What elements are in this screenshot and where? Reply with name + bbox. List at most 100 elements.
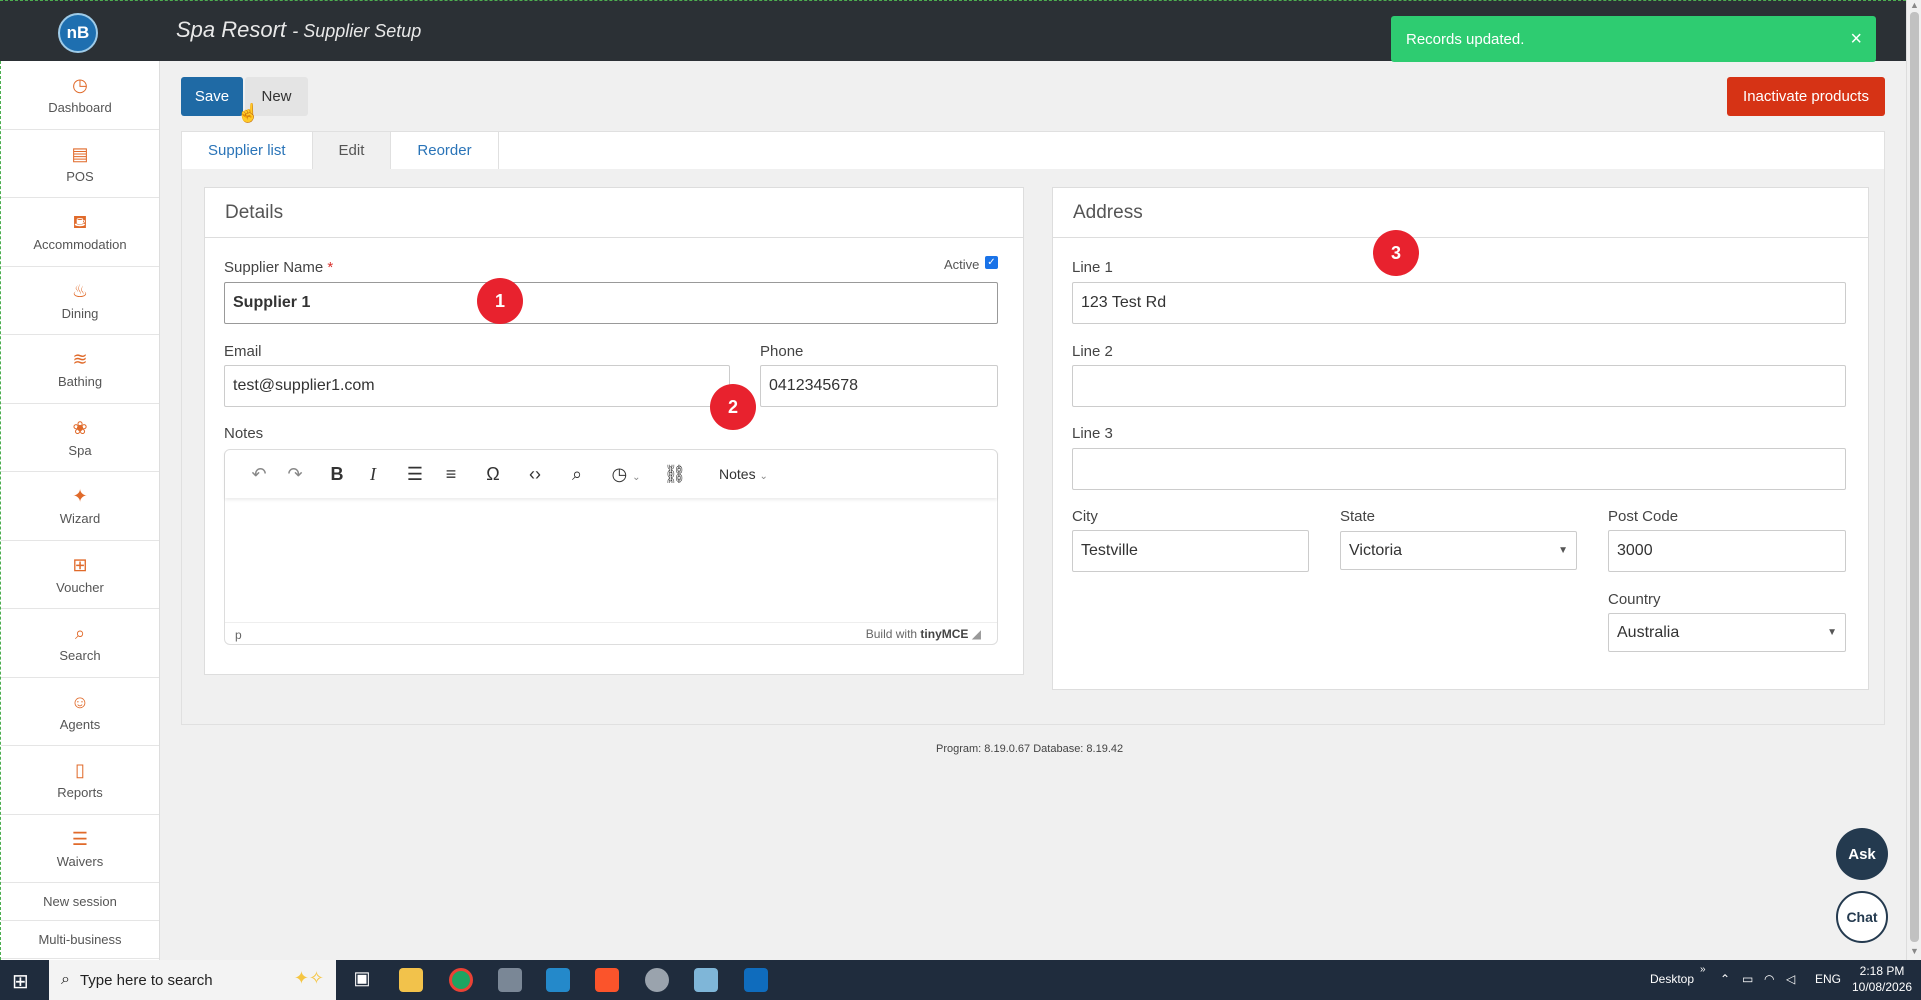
email-label: Email [224,343,262,360]
active-label: Active [944,257,980,272]
tab-supplier-list[interactable]: Supplier list [182,132,313,169]
sidebar-item-label: Search [59,648,101,664]
gift-icon: ⊞ [72,554,88,575]
brave-icon[interactable] [595,968,619,992]
editor-statusbar: p Build with tinyMCE ◢ [225,622,997,644]
notes-label: Notes [224,425,264,442]
supplier-name-input[interactable]: Supplier 1 [224,282,998,324]
clock-date: 10/08/2026 [1852,980,1913,994]
city-input[interactable]: Testville [1072,530,1309,572]
numbered-list-icon[interactable]: ≡ [433,464,469,485]
sidebar-item-search[interactable]: ⌕ Search [1,609,159,678]
bold-icon[interactable]: B [319,464,355,485]
app-icon[interactable] [498,968,522,992]
insert-datetime-icon[interactable]: ◷ ⌄ [601,464,651,485]
sidebar-item-voucher[interactable]: ⊞ Voucher [1,541,159,609]
battery-icon[interactable]: ▭ [1742,972,1753,986]
line2-label: Line 2 [1072,343,1113,360]
address-line3-input[interactable] [1072,448,1846,490]
tab-reorder[interactable]: Reorder [391,132,499,169]
italic-icon[interactable]: I [355,464,391,485]
app-logo[interactable]: nB [58,13,98,53]
ask-button[interactable]: Ask [1836,828,1888,880]
sidebar-item-pos[interactable]: ▤ POS [1,130,159,198]
bullet-list-icon[interactable]: ☰ [397,464,433,485]
state-select[interactable]: Victoria ▼ [1340,531,1577,570]
source-code-icon[interactable]: ‹› [517,464,553,485]
windows-start-icon[interactable]: ⊞ [12,969,29,994]
search-icon: ⌕ [61,971,70,988]
country-select[interactable]: Australia ▼ [1608,613,1846,652]
city-label: City [1072,508,1098,525]
sidebar-item-label: Dashboard [48,100,112,116]
file-explorer-icon[interactable] [399,968,423,992]
register-icon: ▤ [71,143,89,164]
tinymce-branding[interactable]: Build with tinyMCE ◢ [866,627,981,641]
windows-taskbar: ⊞ ⌕ Type here to search ✦✧ ▣ Desktop » ⌃… [0,960,1921,1000]
chevron-right-icon[interactable]: » [1700,964,1706,975]
address-line1-input[interactable]: 123 Test Rd [1072,282,1846,324]
desktop-toolbar[interactable]: Desktop [1650,972,1694,986]
multi-business-link[interactable]: Multi-business [1,921,159,959]
chat-button[interactable]: Chat [1836,891,1888,943]
chrome-icon[interactable] [449,968,473,992]
sidebar-item-agents[interactable]: ☺ Agents [1,678,159,746]
version-info: Program: 8.19.0.67 Database: 8.19.42 [936,743,1124,755]
pointer-cursor-icon: ☝ [237,103,260,123]
speaker-icon[interactable]: ◁ [1786,972,1795,986]
close-icon[interactable]: × [1850,28,1862,51]
language-indicator[interactable]: ENG [1815,972,1841,986]
resize-handle-icon[interactable]: ◢ [972,627,981,641]
document-icon: ▯ [75,760,85,781]
sidebar-item-wizard[interactable]: ✦ Wizard [1,472,159,541]
undo-icon[interactable]: ↶ [241,464,277,485]
tab-edit[interactable]: Edit [312,132,392,169]
taskbar-search-placeholder: Type here to search [79,971,213,989]
vscode-icon[interactable] [546,968,570,992]
phone-field[interactable]: 0412345678 [760,365,998,407]
sidebar-item-label: Agents [59,716,101,732]
app-icon[interactable] [694,968,718,992]
scroll-down-icon[interactable]: ▼ [1910,946,1919,956]
link-icon[interactable]: ⛓ [657,464,693,485]
task-view-icon[interactable]: ▣ [350,968,374,992]
sidebar-item-reports[interactable]: ▯ Reports [1,746,159,815]
address-heading: Address [1053,188,1868,238]
wand-icon: ✦ [72,486,88,507]
vertical-scrollbar[interactable]: ▲ ▼ [1906,0,1921,960]
redo-icon[interactable]: ↷ [277,464,313,485]
wifi-icon[interactable]: ◠ [1764,972,1774,986]
sidebar-item-bathing[interactable]: ≋ Bathing [1,335,159,404]
tray-chevron-up-icon[interactable]: ⌃ [1720,972,1730,986]
tab-bar: Supplier list Edit Reorder [181,131,1885,170]
success-toast: Records updated. × [1391,16,1876,62]
active-checkbox[interactable]: ✓ [985,256,998,269]
postcode-input[interactable]: 3000 [1608,530,1846,572]
country-label: Country [1608,591,1661,608]
search-icon[interactable]: ⌕ [559,464,595,485]
new-session-link[interactable]: New session [1,883,159,921]
sidebar-item-dashboard[interactable]: ◷ Dashboard [1,61,159,130]
special-character-icon[interactable]: Ω [475,464,511,485]
taskbar-search-box[interactable]: ⌕ Type here to search ✦✧ [49,960,336,1000]
annotation-badge-3: 3 [1373,230,1419,276]
scrollbar-thumb[interactable] [1910,12,1919,942]
caret-down-icon: ▼ [1827,627,1837,638]
tinymce-logo: tinyMCE [920,627,969,641]
outlook-icon[interactable] [744,968,768,992]
notes-editor: ↶ ↷ B I ☰ ≡ Ω ‹› ⌕ ◷ ⌄ ⛓ Notes ⌄ p Build… [224,449,998,645]
inactivate-products-button[interactable]: Inactivate products [1727,77,1885,116]
sidebar-item-waivers[interactable]: ☰ Waivers [1,815,159,883]
sidebar-item-label: Spa [68,442,92,458]
sparkle-icon: ✦✧ [293,968,324,988]
email-field[interactable]: test@supplier1.com [224,365,730,407]
clock[interactable]: 2:18 PM 10/08/2026 [1852,963,1912,995]
settings-gear-icon[interactable] [645,968,669,992]
address-line2-input[interactable] [1072,365,1846,407]
sidebar-item-accommodation[interactable]: ⛾ Accommodation [1,198,159,267]
sidebar-item-dining[interactable]: ♨ Dining [1,267,159,335]
scroll-up-icon[interactable]: ▲ [1910,0,1919,10]
sidebar-item-spa[interactable]: ❀ Spa [1,404,159,472]
format-dropdown[interactable]: Notes ⌄ [719,466,768,482]
save-button[interactable]: Save [181,77,243,116]
